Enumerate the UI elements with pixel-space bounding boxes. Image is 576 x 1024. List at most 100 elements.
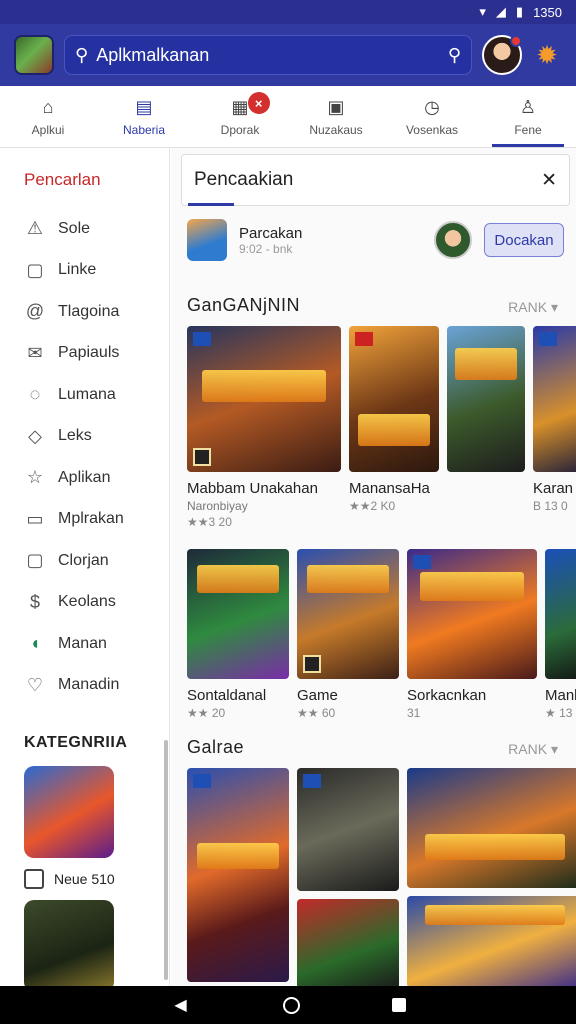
download-button[interactable]: Docakan <box>484 223 564 257</box>
tab-nuzakaus[interactable]: ▣ Nuzakaus <box>288 86 384 147</box>
badge-icon <box>355 332 373 346</box>
app-logo[interactable] <box>14 35 54 75</box>
avatar[interactable] <box>482 35 522 75</box>
home-button[interactable] <box>282 996 300 1014</box>
sidebar-item-mplrakan[interactable]: ▭ Mplrakan <box>0 499 169 541</box>
recents-button[interactable] <box>391 998 406 1012</box>
sidebar: Pencarlan ⚠ Sole ▢ Linke @ Tlagoina ✉ Papiau… <box>0 148 170 986</box>
badge-icon <box>303 774 321 788</box>
rating-icon <box>303 655 321 673</box>
sidebar-item-keolans[interactable]: $ Keolans <box>0 582 169 624</box>
close-icon[interactable]: ✕ <box>541 169 557 192</box>
sidebar-item-tlagoina[interactable]: @ Tlagoina <box>0 291 169 333</box>
search-bar[interactable]: ⚲ Aplkmalkanan ⚲ <box>64 35 472 75</box>
game-card[interactable] <box>407 896 576 986</box>
clock-icon: ◷ <box>424 97 440 117</box>
app-bar: ⚲ Aplkmalkanan ⚲ ✹ <box>0 24 576 86</box>
badge-icon <box>193 774 211 788</box>
section-more-link[interactable]: RANK ▾ <box>508 299 558 316</box>
search-result[interactable]: Parcakan 9:02 - bnk Docakan <box>171 206 576 274</box>
sidebar-item-label: Lumana <box>58 385 116 403</box>
home-icon: ⌂ <box>42 97 54 117</box>
game-cover <box>407 768 576 888</box>
more-label: RANK <box>508 299 548 315</box>
game-name: Sorkacnkan <box>407 687 487 704</box>
badge-icon <box>539 332 557 346</box>
sidebar-item-leks[interactable]: ◇ Leks <box>0 416 169 458</box>
game-logo <box>197 564 279 594</box>
game-card[interactable]: Mabbam Unakahan Naronbiyay ★★3 20 <box>187 326 341 529</box>
game-card[interactable]: ManansaHa ★★2 K0 <box>349 326 439 529</box>
sidebar-item-linke[interactable]: ▢ Linke <box>0 250 169 292</box>
game-cover <box>187 326 341 472</box>
content-search-field[interactable]: Pencaakian ✕ <box>181 154 570 206</box>
sidebar-item-lumana[interactable]: ◌ Lumana <box>0 374 169 416</box>
result-subtitle: 9:02 - bnk <box>239 241 293 256</box>
game-cover <box>187 549 289 679</box>
game-card[interactable]: Game ★★ 60 <box>297 549 399 720</box>
sidebar-item-label: Leks <box>58 427 92 445</box>
back-icon[interactable]: ◀ <box>171 995 191 1015</box>
sidebar-item-sole[interactable]: ⚠ Sole <box>0 208 169 250</box>
gear-icon[interactable]: ✹ <box>532 40 562 70</box>
sidebar-scrollbar[interactable] <box>164 740 168 980</box>
game-cover <box>349 326 439 472</box>
tab-dporak[interactable]: ▦ × Dporak <box>192 86 288 147</box>
badge-icon <box>413 555 431 569</box>
category-thumbnail[interactable] <box>24 766 114 858</box>
result-avatar <box>434 221 472 259</box>
search-submit-icon[interactable]: ⚲ <box>448 45 461 66</box>
checkbox-icon <box>24 869 44 889</box>
game-logo <box>307 564 389 594</box>
game-card[interactable]: Karan B 13 0 <box>533 326 576 529</box>
game-name: Game <box>297 687 338 704</box>
game-card[interactable]: Sorkacnkan 31 <box>407 549 537 720</box>
category-item[interactable]: Neue 510 <box>0 858 169 900</box>
status-time: 1350 <box>533 4 562 20</box>
status-bar: ▾ ◢ ▮ 1350 <box>0 0 576 24</box>
card-stack <box>297 768 399 986</box>
game-cover <box>297 549 399 679</box>
game-card[interactable] <box>407 768 576 888</box>
game-card[interactable] <box>187 768 289 982</box>
game-card[interactable]: Manb ★ 13 <box>545 549 576 720</box>
game-logo <box>197 842 279 869</box>
heart-icon: ♡ <box>26 674 44 695</box>
game-rating: ★★ 60 <box>297 706 336 720</box>
game-cover <box>407 549 537 679</box>
sidebar-item-aplikan[interactable]: ☆ Aplikan <box>0 457 169 499</box>
game-logo <box>420 572 524 601</box>
card-stack <box>407 768 576 986</box>
game-card[interactable] <box>297 768 399 891</box>
tab-vosenkas[interactable]: ◷ Vosenkas <box>384 86 480 147</box>
category-thumbnail[interactable] <box>24 900 114 986</box>
game-logo <box>358 413 430 446</box>
game-card[interactable] <box>447 326 525 529</box>
game-logo <box>202 369 326 402</box>
game-logo <box>424 834 566 861</box>
section-more-link[interactable]: RANK ▾ <box>508 741 558 758</box>
sidebar-item-label: Manan <box>58 634 107 652</box>
tab-fene[interactable]: ♙ Fene <box>480 86 576 147</box>
headset-icon: ◖ <box>29 633 41 654</box>
game-name: ManansaHa <box>349 480 430 497</box>
content-search-input[interactable]: Pencaakian <box>194 169 541 191</box>
tab-naberia[interactable]: ▤ Naberia <box>96 86 192 147</box>
search-input[interactable]: Aplkmalkanan <box>96 45 440 66</box>
sidebar-item-papiauls[interactable]: ✉ Papiauls <box>0 333 169 375</box>
sidebar-item-manadin[interactable]: ♡ Manadin <box>0 665 169 707</box>
section-header: Galrae RANK ▾ <box>171 720 576 768</box>
sidebar-item-manan[interactable]: ◖ Manan <box>0 623 169 665</box>
at-icon: @ <box>25 301 45 322</box>
game-card[interactable]: Sontaldanal ★★ 20 <box>187 549 289 720</box>
game-cover <box>187 768 289 982</box>
game-rating: 31 <box>407 706 421 720</box>
sidebar-item-label: Papiauls <box>58 344 120 362</box>
game-rating: B 13 0 <box>533 499 568 513</box>
tab-aplkui[interactable]: ⌂ Aplkui <box>0 86 96 147</box>
square-icon: ▢ <box>26 550 44 571</box>
sidebar-item-clorjan[interactable]: ▢ Clorjan <box>0 540 169 582</box>
game-meta: Naronbiyay <box>187 499 248 513</box>
game-card[interactable] <box>297 899 399 986</box>
category-title: KATEGNRIIA <box>24 734 128 751</box>
